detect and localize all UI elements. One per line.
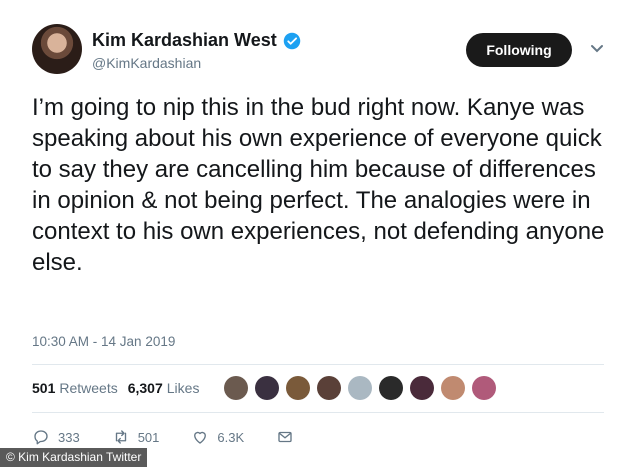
verified-badge-icon bbox=[283, 32, 300, 49]
liker-avatar[interactable] bbox=[286, 376, 310, 400]
profile-avatar[interactable] bbox=[32, 24, 82, 74]
tweet-actions: 333 501 6.3K bbox=[32, 428, 334, 446]
liker-avatar[interactable] bbox=[472, 376, 496, 400]
reply-count: 333 bbox=[58, 429, 80, 445]
mail-icon bbox=[278, 431, 292, 443]
liker-avatars bbox=[224, 376, 503, 400]
divider bbox=[32, 412, 604, 413]
following-button[interactable]: Following bbox=[466, 33, 572, 67]
direct-message-button[interactable] bbox=[276, 428, 302, 446]
liker-avatar[interactable] bbox=[224, 376, 248, 400]
chevron-down-icon[interactable] bbox=[590, 44, 604, 54]
retweets-label[interactable]: Retweets bbox=[59, 380, 117, 396]
engagement-stats: 501 Retweets 6,307 Likes bbox=[32, 380, 209, 396]
retweet-icon bbox=[115, 430, 126, 444]
liker-avatar[interactable] bbox=[255, 376, 279, 400]
reply-button[interactable]: 333 bbox=[32, 428, 80, 446]
like-count: 6.3K bbox=[217, 429, 245, 445]
likes-label[interactable]: Likes bbox=[167, 380, 200, 396]
liker-avatar[interactable] bbox=[379, 376, 403, 400]
retweets-count[interactable]: 501 bbox=[32, 380, 55, 396]
reply-icon bbox=[34, 430, 48, 445]
liker-avatar[interactable] bbox=[348, 376, 372, 400]
tweet-timestamp[interactable]: 10:30 AM - 14 Jan 2019 bbox=[32, 334, 175, 349]
liker-avatar[interactable] bbox=[441, 376, 465, 400]
retweet-button[interactable]: 501 bbox=[112, 428, 160, 446]
retweet-count: 501 bbox=[137, 429, 160, 445]
tweet-text: I’m going to nip this in the bud right n… bbox=[32, 94, 605, 276]
image-credit: © Kim Kardashian Twitter bbox=[0, 448, 148, 467]
heart-icon bbox=[194, 431, 207, 444]
divider bbox=[32, 364, 604, 365]
name-row: Kim Kardashian West bbox=[92, 30, 301, 51]
liker-avatar[interactable] bbox=[410, 376, 434, 400]
like-button[interactable]: 6.3K bbox=[191, 428, 244, 446]
display-name[interactable]: Kim Kardashian West bbox=[92, 30, 277, 51]
likes-count[interactable]: 6,307 bbox=[128, 380, 163, 396]
liker-avatar[interactable] bbox=[317, 376, 341, 400]
user-handle[interactable]: @KimKardashian bbox=[92, 55, 201, 71]
